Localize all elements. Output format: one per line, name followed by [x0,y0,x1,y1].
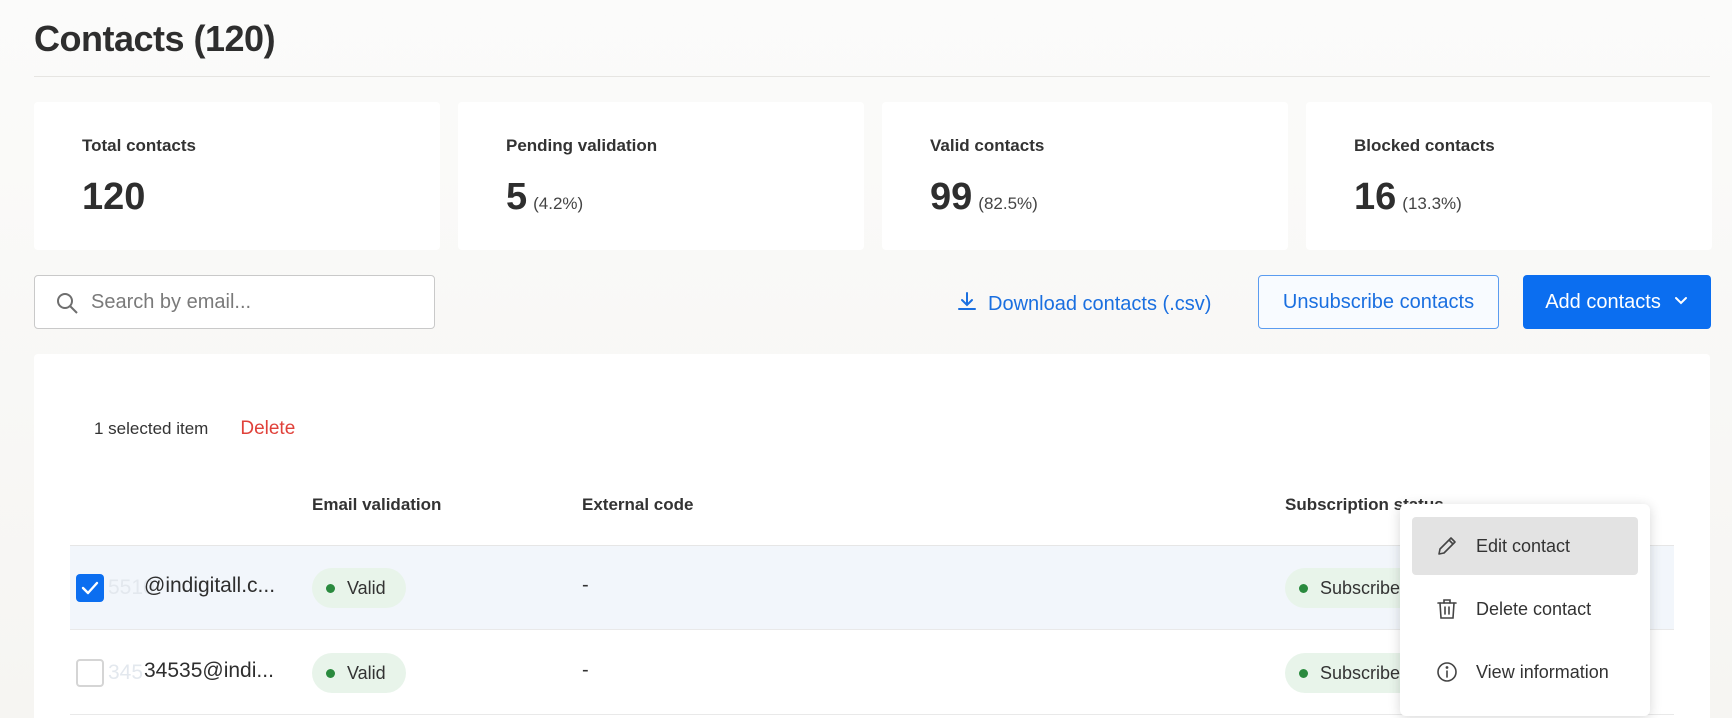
search-box[interactable] [34,275,435,329]
row-checkbox[interactable] [76,574,104,602]
stat-label: Total contacts [82,136,196,155]
row-actions-menu: Edit contact Delete contact View informa… [1400,504,1650,716]
menu-item-view-information[interactable]: View information [1412,643,1638,701]
validation-badge: Valid [312,568,406,608]
validation-badge: Valid [312,653,406,693]
search-input[interactable] [91,277,421,327]
chevron-down-icon [1673,291,1689,314]
column-header-external-code[interactable]: External code [582,495,694,515]
download-icon [956,290,978,318]
stat-percentage: (13.3%) [1402,194,1462,213]
stat-card-pending: Pending validation 5 (4.2%) [458,102,864,250]
stat-label: Blocked contacts [1354,136,1495,155]
checkmark-icon [81,581,99,595]
add-contacts-label: Add contacts [1545,290,1661,313]
stat-percentage: (82.5%) [978,194,1038,213]
column-header-email-validation[interactable]: Email validation [312,495,441,515]
stat-card-blocked: Blocked contacts 16 (13.3%) [1306,102,1712,250]
status-dot-icon [326,583,335,593]
stat-value: 120 [82,176,146,218]
stat-label: Valid contacts [930,136,1045,155]
stat-percentage: (4.2%) [533,194,584,213]
download-contacts-link[interactable]: Download contacts (.csv) [956,290,1211,318]
stat-card-total: Total contacts 120 [34,102,440,250]
selected-count: 1 selected item [94,419,209,438]
trash-icon [1434,596,1460,622]
info-icon [1434,659,1460,685]
title-divider [34,76,1710,77]
contact-email: @indigitall.c... [144,574,276,597]
add-contacts-button[interactable]: Add contacts [1523,275,1711,329]
unsubscribe-contacts-button[interactable]: Unsubscribe contacts [1258,275,1499,329]
email-prefix-faded: 345 [108,661,144,684]
stat-card-valid: Valid contacts 99 (82.5%) [882,102,1288,250]
stat-value: 99 (82.5%) [930,176,1038,218]
menu-item-delete-contact[interactable]: Delete contact [1412,580,1638,638]
stat-label: Pending validation [506,136,658,155]
status-dot-icon [1299,668,1308,678]
unsubscribe-label: Unsubscribe contacts [1282,290,1475,313]
contact-email: 34535@indi... [144,659,274,682]
external-code: - [582,574,589,596]
search-icon [55,291,79,315]
page-title: Contacts (120) [34,18,276,59]
pencil-icon [1434,533,1460,559]
menu-item-edit-contact[interactable]: Edit contact [1412,517,1638,575]
status-dot-icon [1299,583,1308,593]
stat-value: 5 (4.2%) [506,176,584,218]
status-dot-icon [326,668,335,678]
stat-value: 16 (13.3%) [1354,176,1462,218]
download-label: Download contacts (.csv) [988,292,1212,315]
external-code: - [582,659,589,681]
selection-bar: 1 selected item Delete [94,418,295,440]
row-checkbox[interactable] [76,659,104,687]
delete-selected-button[interactable]: Delete [240,418,295,440]
